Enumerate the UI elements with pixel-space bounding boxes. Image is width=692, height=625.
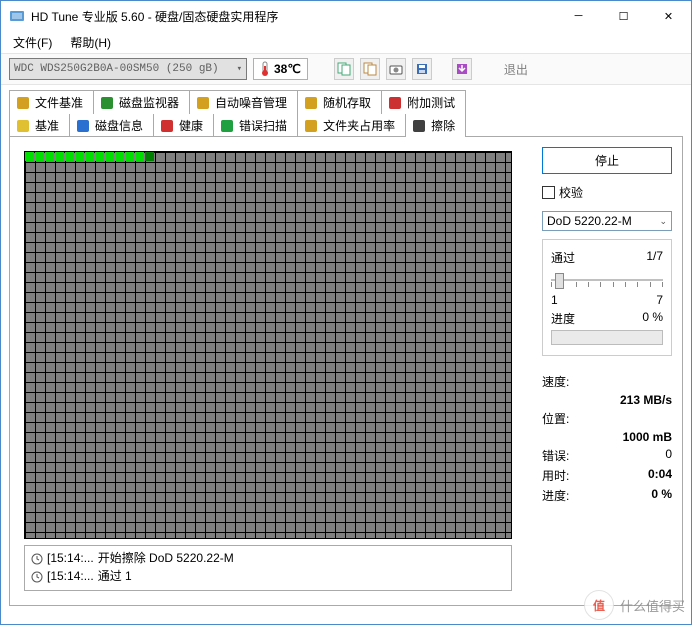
map-cell bbox=[95, 152, 104, 161]
exit-button[interactable]: 退出 bbox=[492, 59, 540, 80]
map-cell bbox=[105, 152, 114, 161]
disk-monitor-icon bbox=[100, 96, 114, 110]
tab-benchmark[interactable]: 基准 bbox=[9, 114, 70, 137]
range-min: 1 bbox=[551, 293, 558, 307]
tab-label: 自动噪音管理 bbox=[215, 94, 287, 111]
pass-panel: 通过 1/7 1 7 进度 0 % bbox=[542, 239, 672, 356]
tab-folder-usage[interactable]: 文件夹占用率 bbox=[297, 114, 406, 137]
tab-disk-monitor[interactable]: 磁盘监视器 bbox=[93, 90, 190, 114]
pass-value: 1/7 bbox=[646, 249, 663, 266]
menu-help[interactable]: 帮助(H) bbox=[62, 32, 119, 53]
log-line: [15:14:... 开始擦除 DoD 5220.22-M bbox=[31, 549, 505, 567]
copy-info-icon[interactable] bbox=[360, 58, 380, 80]
tab-label: 磁盘监视器 bbox=[119, 94, 179, 111]
progress-label: 进度 bbox=[551, 310, 575, 327]
tab-label: 健康 bbox=[179, 117, 203, 134]
map-cell bbox=[55, 152, 64, 161]
elapsed-value: 0:04 bbox=[648, 467, 672, 484]
stats-panel: 速度: 213 MB/s 位置: 1000 mB 错误:0 用时:0:04 进度… bbox=[542, 370, 672, 507]
error-scan-icon bbox=[220, 119, 234, 133]
tab-label: 文件基准 bbox=[35, 94, 83, 111]
temperature-value: 38℃ bbox=[274, 62, 301, 76]
speed-value: 213 MB/s bbox=[620, 393, 672, 407]
log-panel: [15:14:... 开始擦除 DoD 5220.22-M[15:14:... … bbox=[24, 545, 512, 591]
map-cell bbox=[85, 152, 94, 161]
chevron-down-icon: ⌄ bbox=[659, 216, 667, 227]
method-value: DoD 5220.22-M bbox=[547, 214, 632, 228]
tab-erase[interactable]: 擦除 bbox=[405, 114, 466, 137]
pass-label: 通过 bbox=[551, 249, 575, 266]
tab-label: 附加测试 bbox=[407, 94, 455, 111]
drive-select-value: WDC WDS250G2B0A-00SM50 (250 gB) bbox=[14, 63, 219, 75]
tab-aam[interactable]: 自动噪音管理 bbox=[189, 90, 298, 114]
tab-extra-tests[interactable]: 附加测试 bbox=[381, 90, 466, 114]
minimize-button[interactable]: ─ bbox=[556, 2, 601, 31]
info-icon bbox=[76, 119, 90, 133]
checkbox-icon bbox=[542, 186, 555, 199]
tab-label: 基准 bbox=[35, 117, 59, 134]
log-line: [15:14:... 通过 1 bbox=[31, 567, 505, 585]
stop-button[interactable]: 停止 bbox=[542, 147, 672, 174]
copy-text-icon[interactable] bbox=[334, 58, 354, 80]
save-icon[interactable] bbox=[412, 58, 432, 80]
erase-icon bbox=[412, 119, 426, 133]
folder-usage-icon bbox=[304, 119, 318, 133]
random-access-icon bbox=[304, 96, 318, 110]
tab-label: 擦除 bbox=[431, 117, 455, 134]
verify-label: 校验 bbox=[559, 184, 583, 201]
benchmark-icon bbox=[16, 119, 30, 133]
errors-value: 0 bbox=[665, 447, 672, 464]
chevron-down-icon: ▾ bbox=[237, 64, 242, 74]
progress-value: 0 % bbox=[642, 310, 663, 327]
health-icon bbox=[160, 119, 174, 133]
tab-health[interactable]: 健康 bbox=[153, 114, 214, 137]
map-cell bbox=[35, 152, 44, 161]
progress-bar bbox=[551, 330, 663, 345]
map-cell bbox=[115, 152, 124, 161]
verify-checkbox[interactable]: 校验 bbox=[542, 182, 672, 203]
drive-select[interactable]: WDC WDS250G2B0A-00SM50 (250 gB) ▾ bbox=[9, 58, 247, 80]
tab-random-access[interactable]: 随机存取 bbox=[297, 90, 382, 114]
method-select[interactable]: DoD 5220.22-M ⌄ bbox=[542, 211, 672, 231]
tab-label: 错误扫描 bbox=[239, 117, 287, 134]
screenshot-icon[interactable] bbox=[386, 58, 406, 80]
app-icon bbox=[9, 8, 25, 24]
thermometer-icon bbox=[260, 61, 270, 77]
tab-label: 随机存取 bbox=[323, 94, 371, 111]
map-cell bbox=[75, 152, 84, 161]
map-cell bbox=[135, 152, 144, 161]
tab-info[interactable]: 磁盘信息 bbox=[69, 114, 154, 137]
options-icon[interactable] bbox=[452, 58, 472, 80]
clock-icon bbox=[31, 552, 43, 564]
pass-slider[interactable] bbox=[551, 270, 663, 290]
temperature-display: 38℃ bbox=[253, 58, 308, 80]
map-cell bbox=[145, 152, 154, 161]
tab-label: 文件夹占用率 bbox=[323, 117, 395, 134]
erase-map bbox=[24, 151, 512, 539]
position-value: 1000 mB bbox=[623, 430, 672, 444]
maximize-button[interactable]: ☐ bbox=[601, 2, 646, 31]
map-cell bbox=[65, 152, 74, 161]
close-button[interactable]: ✕ bbox=[646, 2, 691, 31]
extra-tests-icon bbox=[388, 96, 402, 110]
menu-file[interactable]: 文件(F) bbox=[5, 32, 60, 53]
range-max: 7 bbox=[656, 293, 663, 307]
tab-file-benchmark[interactable]: 文件基准 bbox=[9, 90, 94, 114]
clock-icon bbox=[31, 570, 43, 582]
aam-icon bbox=[196, 96, 210, 110]
tab-error-scan[interactable]: 错误扫描 bbox=[213, 114, 298, 137]
tab-label: 磁盘信息 bbox=[95, 117, 143, 134]
file-benchmark-icon bbox=[16, 96, 30, 110]
map-cell bbox=[125, 152, 134, 161]
window-title: HD Tune 专业版 5.60 - 硬盘/固态硬盘实用程序 bbox=[31, 8, 556, 25]
progress2-value: 0 % bbox=[651, 487, 672, 504]
map-cell bbox=[25, 152, 34, 161]
map-cell bbox=[45, 152, 54, 161]
